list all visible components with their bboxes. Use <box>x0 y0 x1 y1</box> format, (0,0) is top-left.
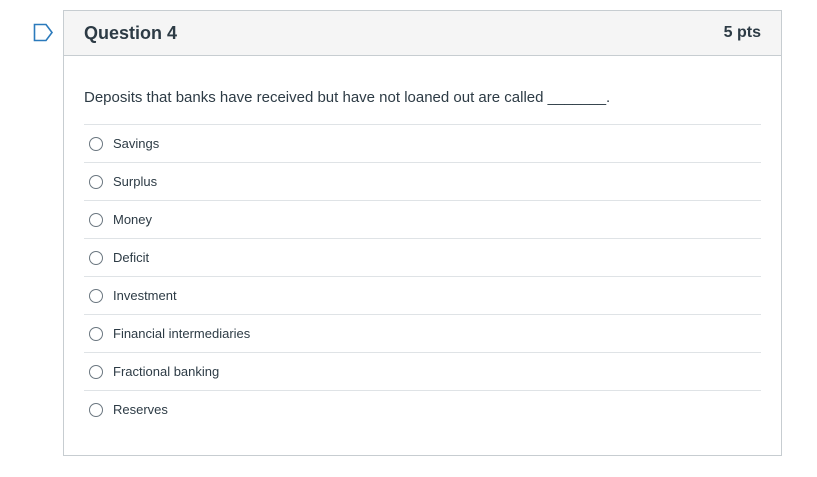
answer-option[interactable]: Financial intermediaries <box>84 314 761 352</box>
answer-label[interactable]: Investment <box>113 288 177 303</box>
answer-option[interactable]: Deficit <box>84 238 761 276</box>
answer-option[interactable]: Fractional banking <box>84 352 761 390</box>
answer-label[interactable]: Deficit <box>113 250 149 265</box>
radio-button[interactable] <box>89 326 103 341</box>
radio-button[interactable] <box>89 364 103 379</box>
answer-label[interactable]: Savings <box>113 136 159 151</box>
question-text: Deposits that banks have received but ha… <box>84 89 611 106</box>
radio-button[interactable] <box>89 212 103 227</box>
answer-option[interactable]: Investment <box>84 276 761 314</box>
question-header: Question 4 5 pts <box>64 11 781 56</box>
answer-option[interactable]: Reserves <box>84 390 761 428</box>
radio-button[interactable] <box>89 136 103 151</box>
question-title: Question 4 <box>84 22 178 43</box>
question-body: Deposits that banks have received but ha… <box>64 56 781 428</box>
answer-label[interactable]: Surplus <box>113 174 157 189</box>
answer-label[interactable]: Money <box>113 212 152 227</box>
answer-option[interactable]: Surplus <box>84 162 761 200</box>
answer-label[interactable]: Fractional banking <box>113 364 219 379</box>
answer-option[interactable]: Savings <box>84 124 761 162</box>
question-card: Question 4 5 pts Deposits that banks hav… <box>63 10 782 456</box>
answer-label[interactable]: Financial intermediaries <box>113 326 250 341</box>
radio-button[interactable] <box>89 402 103 417</box>
radio-button[interactable] <box>89 174 103 189</box>
radio-button[interactable] <box>89 288 103 303</box>
question-points: 5 pts <box>723 24 761 41</box>
flag-question-icon[interactable] <box>33 23 54 42</box>
radio-button[interactable] <box>89 250 103 265</box>
answer-option[interactable]: Money <box>84 200 761 238</box>
answer-label[interactable]: Reserves <box>113 402 168 417</box>
answer-list: Savings Surplus Money Deficit Investment… <box>84 124 761 428</box>
